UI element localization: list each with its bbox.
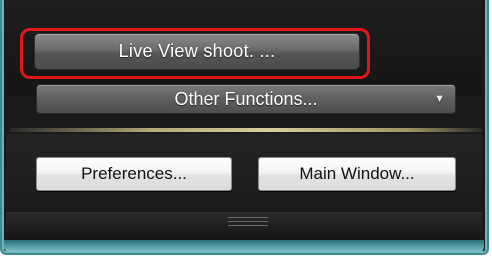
chevron-down-icon: ▼ bbox=[434, 93, 445, 105]
other-functions-label: Other Functions... bbox=[174, 88, 318, 109]
live-view-shoot-button[interactable]: Live View shoot. ... bbox=[34, 33, 360, 70]
live-view-shoot-label: Live View shoot. ... bbox=[118, 41, 276, 61]
window-bottom-edge bbox=[4, 240, 484, 252]
other-functions-dropdown[interactable]: Other Functions... ▼ bbox=[36, 84, 456, 114]
main-window-button[interactable]: Main Window... bbox=[258, 157, 456, 191]
eos-utility-panel: Live View shoot. ... Other Functions... … bbox=[0, 0, 492, 258]
gold-divider bbox=[10, 128, 482, 132]
preferences-label: Preferences... bbox=[81, 164, 187, 183]
preferences-button[interactable]: Preferences... bbox=[36, 157, 232, 191]
main-window-label: Main Window... bbox=[299, 164, 415, 183]
resize-grip-icon[interactable] bbox=[228, 217, 268, 229]
